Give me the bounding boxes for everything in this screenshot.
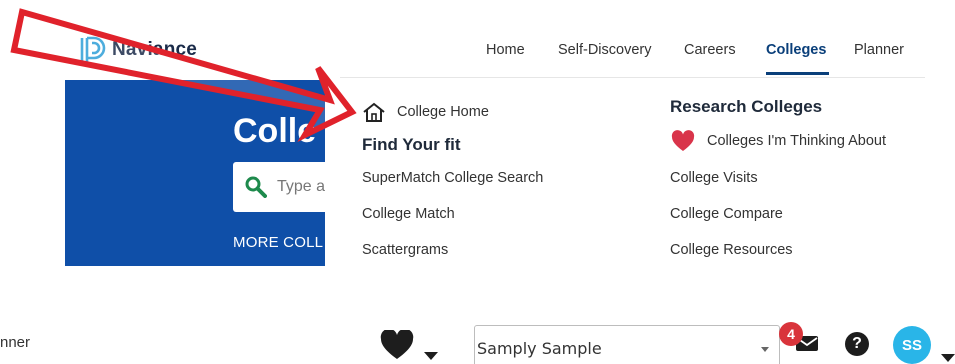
select-chevron-icon bbox=[761, 347, 769, 352]
nav-careers[interactable]: Careers bbox=[684, 42, 736, 58]
student-select-value: Samply Sample bbox=[477, 339, 602, 358]
planner-nav-fragment[interactable]: nner bbox=[0, 334, 30, 351]
scattergrams-link[interactable]: Scattergrams bbox=[362, 242, 448, 258]
naviance-logo-icon bbox=[80, 36, 106, 62]
colleges-dropdown-menu: College Home Find Your fit SuperMatch Co… bbox=[325, 78, 955, 270]
nav-colleges[interactable]: Colleges bbox=[766, 42, 826, 58]
hero-title: Colle bbox=[233, 112, 317, 150]
help-icon[interactable]: ? bbox=[845, 332, 869, 356]
colleges-thinking-about-label: Colleges I'm Thinking About bbox=[707, 133, 887, 149]
college-search-input[interactable]: Type a bbox=[233, 162, 330, 212]
mail-badge: 4 bbox=[779, 322, 803, 346]
heart-icon bbox=[671, 130, 695, 151]
colleges-hero-banner: Colle Type a MORE COLL bbox=[65, 80, 330, 266]
nav-self-discovery[interactable]: Self-Discovery bbox=[558, 42, 651, 58]
supermatch-link[interactable]: SuperMatch College Search bbox=[362, 170, 543, 186]
colleges-thinking-about-link[interactable]: Colleges I'm Thinking About bbox=[671, 130, 886, 152]
college-home-label: College Home bbox=[397, 104, 489, 120]
search-placeholder: Type a bbox=[277, 178, 326, 195]
college-home-link[interactable]: College Home bbox=[363, 102, 489, 122]
favorites-heart-icon[interactable] bbox=[380, 330, 414, 360]
active-tab-indicator bbox=[766, 72, 829, 75]
college-visits-link[interactable]: College Visits bbox=[670, 170, 758, 186]
search-icon bbox=[245, 176, 267, 198]
more-colleges-link[interactable]: MORE COLL bbox=[233, 234, 323, 251]
college-match-link[interactable]: College Match bbox=[362, 206, 455, 222]
find-your-fit-heading: Find Your fit bbox=[362, 135, 461, 154]
home-icon bbox=[363, 102, 385, 122]
favorites-dropdown-caret[interactable] bbox=[424, 352, 438, 360]
college-compare-link[interactable]: College Compare bbox=[670, 206, 783, 222]
avatar[interactable]: SS bbox=[893, 326, 931, 364]
avatar-dropdown-caret[interactable] bbox=[941, 354, 955, 362]
college-resources-link[interactable]: College Resources bbox=[670, 242, 793, 258]
brand-name: Naviance bbox=[112, 39, 198, 60]
nav-home[interactable]: Home bbox=[486, 42, 525, 58]
research-colleges-heading: Research Colleges bbox=[670, 97, 823, 116]
naviance-logo[interactable]: Naviance bbox=[80, 36, 197, 64]
nav-planner[interactable]: Planner bbox=[854, 42, 904, 58]
student-select[interactable]: Samply Sample bbox=[474, 325, 780, 364]
